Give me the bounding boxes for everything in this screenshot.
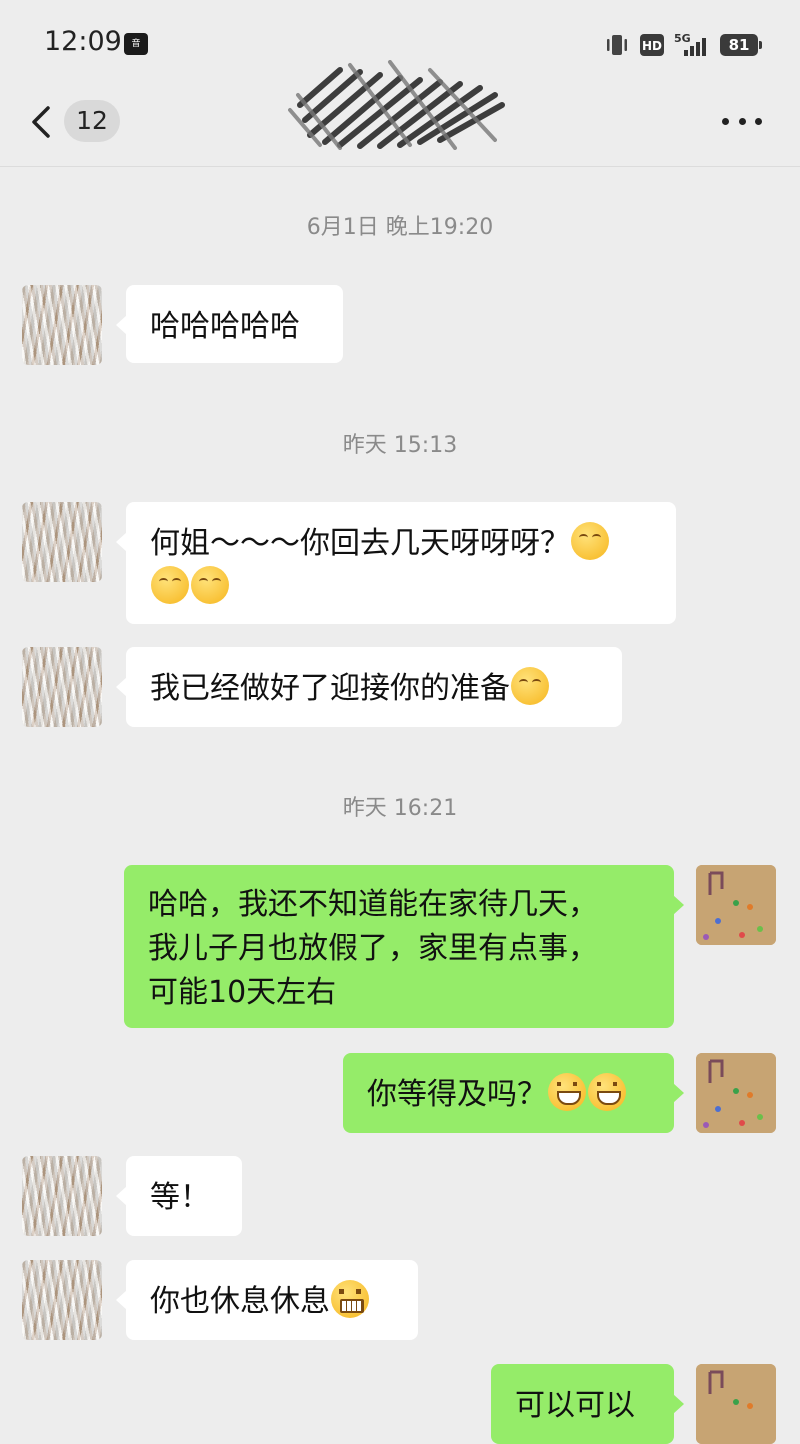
message-text-line: 我儿子月也放假了，家里有点事， [148, 931, 598, 966]
status-time: 12:09 [44, 26, 122, 57]
incoming-message[interactable]: 哈哈哈哈哈 [116, 285, 343, 363]
contact-avatar[interactable] [22, 1260, 102, 1340]
contact-avatar[interactable] [22, 502, 102, 582]
shy-face-emoji [511, 667, 549, 705]
my-avatar[interactable] [696, 865, 776, 945]
back-button[interactable] [28, 102, 58, 142]
message-text: 你也休息休息 [150, 1284, 330, 1319]
message-text-line: 可能10天左右 [148, 975, 337, 1010]
shy-face-emoji [191, 566, 229, 604]
message-text: 等！ [150, 1180, 210, 1215]
message-timestamp: 6月1日 晚上19:20 [306, 215, 494, 240]
message-text: 你等得及吗？ [367, 1077, 547, 1112]
hd-icon: HD [640, 34, 664, 56]
incoming-message[interactable]: 我已经做好了迎接你的准备 [116, 647, 622, 727]
outgoing-message[interactable]: 可以可以 [491, 1364, 684, 1444]
chevron-left-icon [32, 106, 50, 138]
chat-header: 12 [0, 60, 800, 167]
signal-5g-icon: 5G [674, 32, 710, 58]
message-text-line: 哈哈，我还不知道能在家待几天， [148, 887, 598, 922]
beaming-face-emoji [331, 1280, 369, 1318]
svg-text:HD: HD [642, 39, 662, 53]
message-timestamp: 昨天 15:13 [342, 433, 458, 458]
avatar-image [696, 1053, 776, 1133]
app-notification-icon: 音 [124, 33, 148, 55]
chat-messages[interactable]: 6月1日 晚上19:20 哈哈哈哈哈 昨天 15:13 何姐～～～你回去几天呀呀… [0, 167, 800, 1444]
message-text: 我已经做好了迎接你的准备 [150, 671, 510, 706]
unread-count-badge[interactable]: 12 [64, 100, 120, 142]
grinning-face-emoji [548, 1073, 586, 1111]
more-dot [755, 118, 762, 125]
my-avatar[interactable] [696, 1364, 776, 1444]
vibrate-icon [604, 33, 630, 57]
incoming-message[interactable]: 你也休息休息 [116, 1260, 418, 1340]
more-dot [722, 118, 729, 125]
avatar-image [696, 1364, 776, 1444]
shy-face-emoji [151, 566, 189, 604]
contact-avatar[interactable] [22, 647, 102, 727]
grinning-face-emoji [588, 1073, 626, 1111]
redacted-contact-name [288, 60, 505, 150]
system-icons: HD 5G 81 [604, 30, 762, 60]
avatar-image [696, 865, 776, 945]
message-text: 何姐～～～你回去几天呀呀呀？ [150, 526, 570, 561]
shy-face-emoji [571, 522, 609, 560]
incoming-message[interactable]: 等！ [116, 1156, 242, 1236]
message-text: 可以可以 [515, 1388, 635, 1423]
svg-text:5G: 5G [674, 32, 691, 45]
contact-avatar[interactable] [22, 1156, 102, 1236]
incoming-message[interactable]: 何姐～～～你回去几天呀呀呀？ [116, 502, 676, 624]
more-options-button[interactable] [722, 118, 762, 128]
message-timestamp: 昨天 16:21 [342, 796, 458, 821]
outgoing-message[interactable]: 你等得及吗？ [343, 1053, 684, 1133]
message-text: 哈哈哈哈哈 [150, 309, 300, 344]
outgoing-message[interactable]: 哈哈，我还不知道能在家待几天， 我儿子月也放假了，家里有点事， 可能10天左右 [124, 865, 684, 1028]
more-dot [738, 118, 746, 125]
my-avatar[interactable] [696, 1053, 776, 1133]
battery-icon: 81 [720, 34, 762, 56]
contact-avatar[interactable] [22, 285, 102, 365]
